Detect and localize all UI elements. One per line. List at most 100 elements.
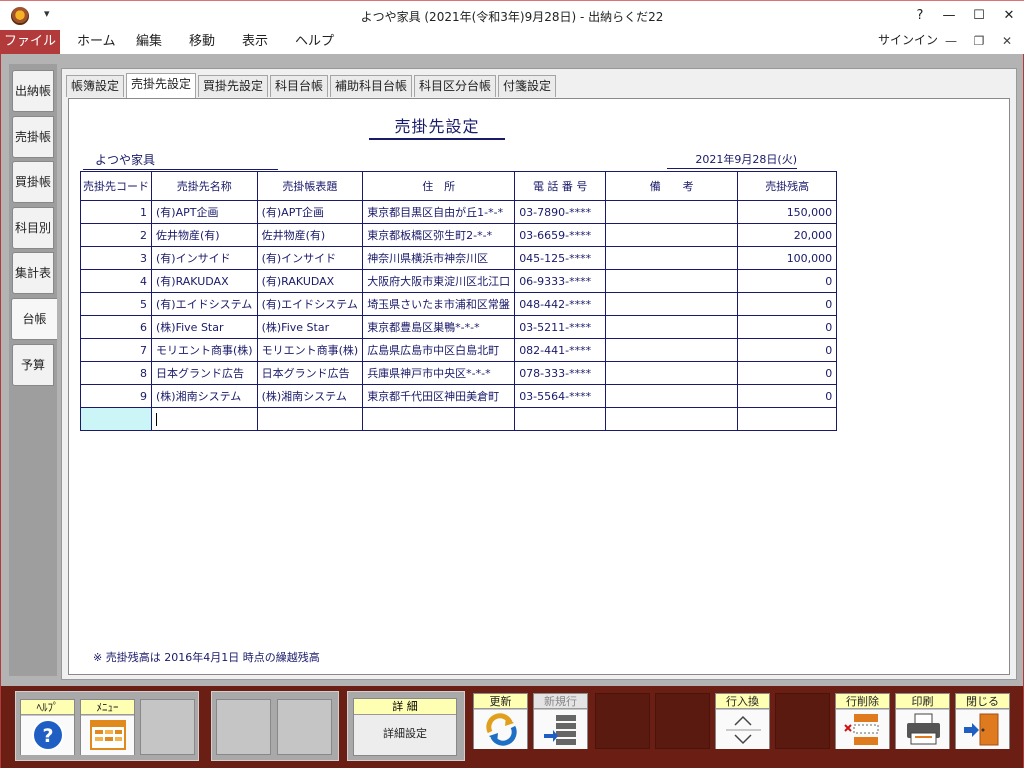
cell-name[interactable]: (有)RAKUDAX: [151, 269, 258, 293]
cell-book-title[interactable]: 日本グランド広告: [256, 361, 364, 385]
cell-address[interactable]: 東京都板橋区弥生町2-*-*: [362, 223, 516, 247]
close-window-button[interactable]: ✕: [994, 5, 1024, 27]
cell-balance[interactable]: 0: [737, 269, 838, 293]
cell-address[interactable]: 東京都豊島区巣鴨*-*-*: [362, 315, 516, 339]
cell-name-new[interactable]: [151, 407, 258, 431]
minimize-button[interactable]: —: [934, 5, 964, 27]
cell-code[interactable]: 3: [80, 246, 152, 270]
side-tab-by-account[interactable]: 科目別: [12, 207, 54, 249]
tab-sticky-note-settings[interactable]: 付箋設定: [498, 75, 557, 97]
cell-address[interactable]: 兵庫県神戸市中央区*-*-*: [362, 361, 516, 385]
side-tab-cashbook[interactable]: 出納帳: [12, 70, 54, 112]
cell-code[interactable]: 8: [80, 361, 152, 385]
cell-balance[interactable]: 150,000: [737, 200, 838, 224]
help-icon[interactable]: ?: [905, 5, 935, 27]
cell-code[interactable]: 1: [80, 200, 152, 224]
menu-home[interactable]: ホーム: [77, 30, 116, 54]
cell-phone[interactable]: 03-7890-****: [514, 200, 607, 224]
doc-restore-icon[interactable]: ❐: [966, 30, 992, 54]
cell-phone[interactable]: 03-5211-****: [514, 315, 607, 339]
print-button[interactable]: 印刷: [895, 693, 950, 749]
cell-address-new[interactable]: [362, 407, 516, 431]
cell-address[interactable]: 東京都目黒区自由が丘1-*-*: [362, 200, 516, 224]
cell-remarks[interactable]: [605, 292, 739, 316]
cell-name[interactable]: 佐井物産(有): [151, 223, 258, 247]
close-button[interactable]: 閉じる: [955, 693, 1010, 749]
cell-remarks[interactable]: [605, 315, 739, 339]
cell-balance[interactable]: 0: [737, 315, 838, 339]
cell-phone[interactable]: 048-442-****: [514, 292, 607, 316]
cell-address[interactable]: 埼玉県さいたま市浦和区常盤: [362, 292, 516, 316]
cell-remarks[interactable]: [605, 246, 739, 270]
cell-phone[interactable]: 03-6659-****: [514, 223, 607, 247]
cell-phone[interactable]: 03-5564-****: [514, 384, 607, 408]
cell-balance[interactable]: 0: [737, 361, 838, 385]
cell-code[interactable]: 2: [80, 223, 152, 247]
tab-receivable-settings[interactable]: 売掛先設定: [126, 73, 197, 98]
cell-name[interactable]: (株)湘南システム: [151, 384, 258, 408]
cell-remarks[interactable]: [605, 384, 739, 408]
cell-code[interactable]: 7: [80, 338, 152, 362]
tab-book-settings[interactable]: 帳簿設定: [66, 75, 125, 97]
cell-book-title[interactable]: (有)インサイド: [256, 246, 364, 270]
cell-book-title[interactable]: モリエント商事(株): [256, 338, 364, 362]
cell-code[interactable]: 5: [80, 292, 152, 316]
menu-button[interactable]: ﾒﾆｭｰ: [80, 699, 135, 755]
cell-code-new[interactable]: [80, 407, 152, 431]
cell-remarks[interactable]: [605, 338, 739, 362]
cell-code[interactable]: 4: [80, 269, 152, 293]
cell-balance[interactable]: 0: [737, 338, 838, 362]
cell-balance[interactable]: 0: [737, 384, 838, 408]
cell-phone[interactable]: 045-125-****: [514, 246, 607, 270]
side-tab-receivables[interactable]: 売掛帳: [12, 116, 54, 158]
menu-edit[interactable]: 編集: [136, 30, 162, 54]
side-tab-ledger[interactable]: 台帳: [11, 298, 57, 340]
cell-remarks-new[interactable]: [605, 407, 739, 431]
cell-remarks[interactable]: [605, 200, 739, 224]
tab-account-category-ledger[interactable]: 科目区分台帳: [414, 75, 497, 97]
signin-link[interactable]: サインイン: [878, 30, 938, 54]
detail-settings-button[interactable]: 詳 細 詳細設定: [353, 698, 457, 756]
cell-phone[interactable]: 082-441-****: [514, 338, 607, 362]
menu-file[interactable]: ファイル: [0, 30, 60, 54]
cell-book-title[interactable]: (有)RAKUDAX: [256, 269, 364, 293]
menu-move[interactable]: 移動: [189, 30, 215, 54]
cell-phone[interactable]: 06-9333-****: [514, 269, 607, 293]
doc-close-icon[interactable]: ✕: [994, 30, 1020, 54]
cell-book-title[interactable]: (有)エイドシステム: [256, 292, 364, 316]
cell-name[interactable]: 日本グランド広告: [151, 361, 258, 385]
maximize-button[interactable]: ☐: [964, 5, 994, 27]
tab-account-ledger[interactable]: 科目台帳: [270, 75, 329, 97]
cell-address[interactable]: 神奈川県横浜市神奈川区: [362, 246, 516, 270]
cell-balance[interactable]: 20,000: [737, 223, 838, 247]
cell-book-title-new[interactable]: [256, 407, 364, 431]
side-tab-budget[interactable]: 予算: [12, 344, 54, 386]
cell-balance[interactable]: 100,000: [737, 246, 838, 270]
side-tab-summary[interactable]: 集計表: [12, 252, 54, 294]
cell-book-title[interactable]: 佐井物産(有): [256, 223, 364, 247]
cell-balance-new[interactable]: [737, 407, 838, 431]
menu-view[interactable]: 表示: [242, 30, 268, 54]
cell-address[interactable]: 大阪府大阪市東淀川区北江口: [362, 269, 516, 293]
cell-name[interactable]: (株)Five Star: [151, 315, 258, 339]
tab-sub-account-ledger[interactable]: 補助科目台帳: [330, 75, 413, 97]
cell-balance[interactable]: 0: [737, 292, 838, 316]
doc-minimize-icon[interactable]: —: [938, 30, 964, 54]
cell-book-title[interactable]: (株)Five Star: [256, 315, 364, 339]
cell-code[interactable]: 6: [80, 315, 152, 339]
cell-name[interactable]: モリエント商事(株): [151, 338, 258, 362]
side-tab-payables[interactable]: 買掛帳: [12, 161, 54, 203]
cell-remarks[interactable]: [605, 361, 739, 385]
row-delete-button[interactable]: 行削除: [835, 693, 890, 749]
cell-phone-new[interactable]: [514, 407, 607, 431]
cell-remarks[interactable]: [605, 269, 739, 293]
cell-book-title[interactable]: (株)湘南システム: [256, 384, 364, 408]
row-swap-button[interactable]: 行入換: [715, 693, 770, 749]
update-button[interactable]: 更新: [473, 693, 528, 749]
cell-address[interactable]: 広島県広島市中区白島北町: [362, 338, 516, 362]
cell-phone[interactable]: 078-333-****: [514, 361, 607, 385]
cell-remarks[interactable]: [605, 223, 739, 247]
cell-code[interactable]: 9: [80, 384, 152, 408]
cell-address[interactable]: 東京都千代田区神田美倉町: [362, 384, 516, 408]
tab-payable-settings[interactable]: 買掛先設定: [198, 75, 269, 97]
